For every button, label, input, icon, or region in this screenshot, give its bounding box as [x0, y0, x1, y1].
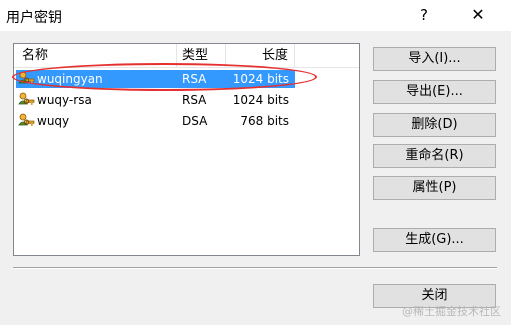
- list-item[interactable]: wuqingyan RSA 1024 bits: [16, 70, 295, 88]
- watermark: @稀土掘金技术社区: [402, 305, 501, 318]
- import-button[interactable]: 导入(I)...: [373, 47, 496, 71]
- generate-button[interactable]: 生成(G)...: [373, 228, 496, 252]
- list-item[interactable]: wuqy DSA 768 bits: [16, 112, 295, 130]
- key-user-icon: [18, 71, 35, 87]
- key-name: wuqy-rsa: [37, 93, 92, 107]
- list-header: 名称 类型 长度: [14, 44, 359, 68]
- column-header-name[interactable]: 名称: [14, 44, 177, 67]
- column-header-type[interactable]: 类型: [177, 44, 226, 67]
- key-name: wuqy: [37, 114, 70, 128]
- properties-button[interactable]: 属性(P): [373, 176, 496, 200]
- key-length: 1024 bits: [232, 93, 289, 107]
- key-type: RSA: [182, 93, 207, 107]
- export-button[interactable]: 导出(E)...: [373, 80, 496, 104]
- window-title: 用户密钥: [6, 10, 62, 26]
- key-user-icon: [18, 113, 35, 129]
- key-length: 1024 bits: [232, 72, 289, 86]
- key-list[interactable]: 名称 类型 长度 wuqingyan RSA 1024 bits wuqy-rs…: [13, 43, 360, 256]
- separator: [13, 267, 497, 269]
- help-button[interactable]: ?: [411, 3, 437, 27]
- key-length: 768 bits: [240, 114, 289, 128]
- key-type: RSA: [182, 72, 207, 86]
- key-name: wuqingyan: [37, 72, 103, 86]
- rename-button[interactable]: 重命名(R): [373, 144, 496, 168]
- delete-button[interactable]: 删除(D): [373, 113, 496, 137]
- close-window-button[interactable]: ✕: [460, 3, 496, 27]
- list-item[interactable]: wuqy-rsa RSA 1024 bits: [16, 91, 295, 109]
- key-user-icon: [18, 92, 35, 108]
- title-bar: 用户密钥 ? ✕: [0, 0, 511, 31]
- column-header-length[interactable]: 长度: [226, 44, 295, 67]
- key-type: DSA: [182, 114, 208, 128]
